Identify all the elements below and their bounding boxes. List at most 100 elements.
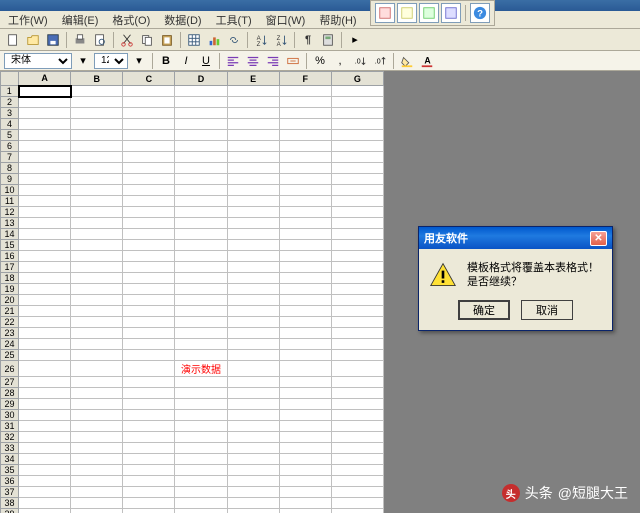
row-header-35[interactable]: 35 bbox=[1, 465, 19, 476]
cell-C16[interactable] bbox=[123, 251, 175, 262]
cell-E35[interactable] bbox=[227, 465, 279, 476]
cell-D31[interactable] bbox=[175, 421, 227, 432]
col-header-G[interactable]: G bbox=[331, 72, 383, 86]
ok-button[interactable]: 确定 bbox=[458, 300, 510, 320]
cell-D37[interactable] bbox=[175, 487, 227, 498]
row-header-19[interactable]: 19 bbox=[1, 284, 19, 295]
menu-help[interactable]: 帮助(H) bbox=[313, 10, 362, 30]
cell-C24[interactable] bbox=[123, 339, 175, 350]
font-color-icon[interactable]: A bbox=[418, 52, 436, 70]
row-header-33[interactable]: 33 bbox=[1, 443, 19, 454]
cell-D18[interactable] bbox=[175, 273, 227, 284]
cell-B1[interactable] bbox=[71, 86, 123, 97]
cell-B37[interactable] bbox=[71, 487, 123, 498]
cell-A14[interactable] bbox=[19, 229, 71, 240]
cell-E19[interactable] bbox=[227, 284, 279, 295]
cell-G15[interactable] bbox=[331, 240, 383, 251]
row-header-15[interactable]: 15 bbox=[1, 240, 19, 251]
cell-F39[interactable] bbox=[279, 509, 331, 513]
row-header-4[interactable]: 4 bbox=[1, 119, 19, 130]
cell-D24[interactable] bbox=[175, 339, 227, 350]
row-header-6[interactable]: 6 bbox=[1, 141, 19, 152]
menu-data[interactable]: 数据(D) bbox=[158, 10, 207, 30]
cell-G8[interactable] bbox=[331, 163, 383, 174]
cell-G23[interactable] bbox=[331, 328, 383, 339]
cell-A16[interactable] bbox=[19, 251, 71, 262]
cell-B8[interactable] bbox=[71, 163, 123, 174]
row-header-34[interactable]: 34 bbox=[1, 454, 19, 465]
open-icon[interactable] bbox=[24, 31, 42, 49]
cell-B5[interactable] bbox=[71, 130, 123, 141]
row-header-9[interactable]: 9 bbox=[1, 174, 19, 185]
cell-C13[interactable] bbox=[123, 218, 175, 229]
cell-A19[interactable] bbox=[19, 284, 71, 295]
cell-D10[interactable] bbox=[175, 185, 227, 196]
cell-C20[interactable] bbox=[123, 295, 175, 306]
col-header-B[interactable]: B bbox=[71, 72, 123, 86]
cell-A17[interactable] bbox=[19, 262, 71, 273]
cell-F13[interactable] bbox=[279, 218, 331, 229]
cell-G22[interactable] bbox=[331, 317, 383, 328]
cell-G10[interactable] bbox=[331, 185, 383, 196]
cell-F19[interactable] bbox=[279, 284, 331, 295]
cell-A4[interactable] bbox=[19, 119, 71, 130]
cell-F32[interactable] bbox=[279, 432, 331, 443]
cell-F17[interactable] bbox=[279, 262, 331, 273]
cell-G37[interactable] bbox=[331, 487, 383, 498]
cell-G13[interactable] bbox=[331, 218, 383, 229]
row-header-12[interactable]: 12 bbox=[1, 207, 19, 218]
quick-btn-3[interactable] bbox=[419, 3, 439, 23]
cell-D34[interactable] bbox=[175, 454, 227, 465]
sort-asc-icon[interactable]: AZ bbox=[252, 31, 270, 49]
cell-F31[interactable] bbox=[279, 421, 331, 432]
cell-G19[interactable] bbox=[331, 284, 383, 295]
cell-F14[interactable] bbox=[279, 229, 331, 240]
cell-B39[interactable] bbox=[71, 509, 123, 513]
bold-button[interactable]: B bbox=[157, 52, 175, 70]
cancel-button[interactable]: 取消 bbox=[521, 300, 573, 320]
col-header-D[interactable]: D bbox=[175, 72, 227, 86]
cell-F15[interactable] bbox=[279, 240, 331, 251]
cell-A35[interactable] bbox=[19, 465, 71, 476]
sheet-grid[interactable]: ABCDEFG123456789101112131415161718192021… bbox=[0, 71, 384, 513]
cell-E30[interactable] bbox=[227, 410, 279, 421]
cell-C35[interactable] bbox=[123, 465, 175, 476]
cell-C15[interactable] bbox=[123, 240, 175, 251]
table-icon[interactable] bbox=[185, 31, 203, 49]
cell-B12[interactable] bbox=[71, 207, 123, 218]
save-icon[interactable] bbox=[44, 31, 62, 49]
cell-D21[interactable] bbox=[175, 306, 227, 317]
cell-D25[interactable] bbox=[175, 350, 227, 361]
cell-G27[interactable] bbox=[331, 377, 383, 388]
cell-A34[interactable] bbox=[19, 454, 71, 465]
cell-G34[interactable] bbox=[331, 454, 383, 465]
quick-btn-4[interactable] bbox=[441, 3, 461, 23]
cell-E16[interactable] bbox=[227, 251, 279, 262]
cell-D13[interactable] bbox=[175, 218, 227, 229]
cell-G36[interactable] bbox=[331, 476, 383, 487]
cell-C10[interactable] bbox=[123, 185, 175, 196]
cell-D32[interactable] bbox=[175, 432, 227, 443]
cell-C33[interactable] bbox=[123, 443, 175, 454]
cell-F22[interactable] bbox=[279, 317, 331, 328]
cell-A10[interactable] bbox=[19, 185, 71, 196]
cell-B13[interactable] bbox=[71, 218, 123, 229]
cell-D14[interactable] bbox=[175, 229, 227, 240]
cell-D38[interactable] bbox=[175, 498, 227, 509]
cell-E5[interactable] bbox=[227, 130, 279, 141]
row-header-31[interactable]: 31 bbox=[1, 421, 19, 432]
cell-E6[interactable] bbox=[227, 141, 279, 152]
cell-A24[interactable] bbox=[19, 339, 71, 350]
cell-B11[interactable] bbox=[71, 196, 123, 207]
fill-color-icon[interactable] bbox=[398, 52, 416, 70]
new-icon[interactable] bbox=[4, 31, 22, 49]
cell-A8[interactable] bbox=[19, 163, 71, 174]
cell-B33[interactable] bbox=[71, 443, 123, 454]
cell-A12[interactable] bbox=[19, 207, 71, 218]
cell-D22[interactable] bbox=[175, 317, 227, 328]
cell-G21[interactable] bbox=[331, 306, 383, 317]
cell-D3[interactable] bbox=[175, 108, 227, 119]
cell-C7[interactable] bbox=[123, 152, 175, 163]
cell-C11[interactable] bbox=[123, 196, 175, 207]
row-header-1[interactable]: 1 bbox=[1, 86, 19, 97]
